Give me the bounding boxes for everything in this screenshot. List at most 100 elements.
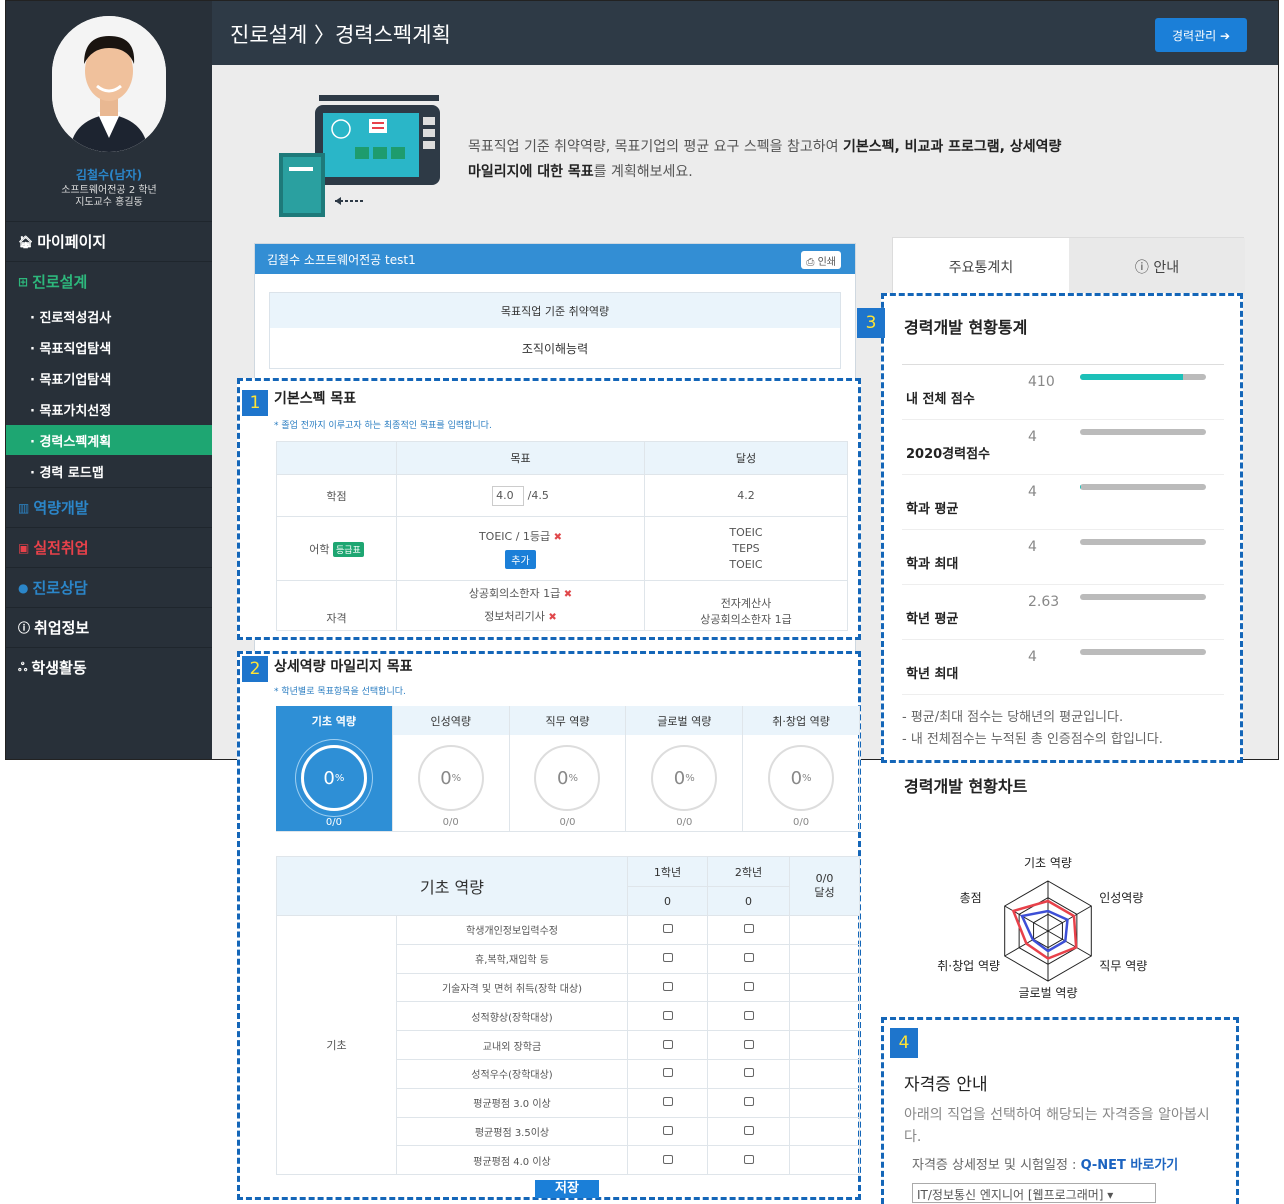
- home-icon: 🏠︎: [18, 234, 34, 249]
- item-name: 기술자격 및 면허 취득(장학 대상): [396, 972, 628, 1003]
- checkbox[interactable]: [662, 1097, 673, 1107]
- submenu-career-spec-plan[interactable]: · 경력스펙계획: [6, 425, 212, 455]
- achieve-cell: [789, 915, 860, 945]
- checkbox[interactable]: [743, 1039, 754, 1049]
- grade-cell: [707, 1116, 790, 1147]
- item-name: 학생개인정보입력수정: [396, 915, 628, 945]
- add-button[interactable]: 추가: [505, 550, 536, 569]
- progress-startup[interactable]: 0% 0/0: [743, 735, 860, 831]
- stat-value: 4: [1028, 649, 1037, 665]
- career-manage-button[interactable]: 경력관리 ➔: [1155, 18, 1247, 52]
- print-button[interactable]: ⎙ 인쇄: [801, 251, 841, 269]
- category-cell: 기초: [276, 914, 397, 1176]
- checkbox[interactable]: [662, 924, 673, 934]
- menu-label: 학생활동: [31, 659, 87, 677]
- item-name: 평균평점 4.0 이상: [396, 1145, 628, 1176]
- basic-spec-section: 1 기본스펙 목표 * 졸업 전까지 이루고자 하는 최종적인 목표를 입력합니…: [237, 378, 861, 640]
- tab-personality[interactable]: 인성역량: [393, 706, 510, 735]
- job-select-value: IT/정보통신 엔지니어 [웹프로그래머]: [917, 1188, 1104, 1202]
- checkbox[interactable]: [743, 1125, 754, 1135]
- cert-achieve-cell: 전자계산사 상공회의소한자 1급: [644, 580, 848, 631]
- menu-activity[interactable]: ஃ 학생활동: [6, 647, 212, 687]
- checkbox[interactable]: [743, 1010, 754, 1020]
- menu-mypage[interactable]: 🏠︎ 마이페이지: [6, 221, 212, 261]
- mileage-table-title: 기초 역량: [276, 856, 628, 916]
- checkbox[interactable]: [662, 1068, 673, 1078]
- tab-info[interactable]: ⓘ 안내: [1069, 238, 1245, 296]
- checkbox[interactable]: [662, 953, 673, 963]
- grade-cell: [707, 1030, 790, 1060]
- menu-label: 실전취업: [33, 539, 89, 557]
- gpa-cell: 4.0 /4.5: [396, 474, 645, 517]
- grade-table-button[interactable]: 등급표: [332, 541, 364, 557]
- progress-basic[interactable]: 0% 0/0: [276, 735, 393, 831]
- tab-global[interactable]: 글로벌 역량: [626, 706, 744, 735]
- progress-global[interactable]: 0% 0/0: [626, 735, 744, 831]
- qnet-prefix: 자격증 상세정보 및 시험일정 :: [912, 1158, 1081, 1173]
- tab-stats[interactable]: 주요통계치: [893, 238, 1069, 296]
- lang-goal: TOEIC / 1등급: [478, 530, 551, 543]
- checkbox[interactable]: [662, 1154, 673, 1164]
- submenu-job-search[interactable]: · 목표직업탐색: [6, 332, 212, 362]
- save-button[interactable]: 저장: [535, 1180, 599, 1198]
- hero-text-1: 목표직업 기준 취약역량, 목표기업의 평균 요구 스펙을 참고하여: [468, 139, 843, 155]
- remove-icon[interactable]: ✖: [554, 532, 562, 543]
- progress-job[interactable]: 0% 0/0: [510, 735, 627, 831]
- hero-text-2: 를 계획해보세요.: [593, 164, 693, 180]
- info-icon: ⓘ: [18, 621, 31, 635]
- checkbox[interactable]: [743, 924, 754, 934]
- checkbox[interactable]: [743, 1154, 754, 1164]
- remove-icon[interactable]: ✖: [564, 589, 572, 600]
- lang-goal-cell: TOEIC / 1등급 ✖ 추가: [396, 516, 645, 581]
- tab-basic[interactable]: 기초 역량: [276, 706, 393, 735]
- checkbox[interactable]: [662, 1010, 673, 1020]
- grade-cell: [627, 1145, 708, 1176]
- menu-career-design[interactable]: ⊞ 진로설계: [6, 261, 212, 301]
- gpa-label: 학점: [276, 474, 397, 517]
- submenu-career-roadmap[interactable]: · 경력 로드맵: [6, 456, 212, 486]
- cert-goal: 정보처리기사: [484, 609, 545, 623]
- hero-bold-2: 마일리지에 대한 목표: [468, 164, 594, 180]
- menu-jobinfo[interactable]: ⓘ 취업정보: [6, 607, 212, 647]
- chart-icon: ▥: [18, 500, 30, 515]
- menu-counsel[interactable]: ● 진로상담: [6, 567, 212, 607]
- cert-achieve: 상공회의소한자 1급: [700, 612, 792, 626]
- progress-frac: 0/0: [325, 817, 342, 828]
- grade-cell: [707, 1058, 790, 1089]
- checkbox[interactable]: [743, 1068, 754, 1078]
- stat-value: 4: [1028, 484, 1037, 500]
- panel-title: 김철수 소프트웨어전공 test1: [267, 252, 416, 267]
- section-title: 자격증 안내: [904, 1075, 988, 1095]
- achieve-cell: [789, 1145, 860, 1176]
- weak-value: 조직이해능력: [521, 341, 589, 356]
- lang-achieve-cell: TOEIC TEPS TOEIC: [644, 516, 848, 581]
- stat-label: 학과 평균: [906, 502, 959, 517]
- submenu-company-search[interactable]: · 목표기업탐색: [6, 363, 212, 393]
- remove-icon[interactable]: ✖: [548, 612, 556, 623]
- checkbox[interactable]: [662, 981, 673, 991]
- checkbox[interactable]: [743, 981, 754, 991]
- print-label: 인쇄: [817, 257, 836, 268]
- tab-job[interactable]: 직무 역량: [510, 706, 627, 735]
- menu-capability[interactable]: ▥ 역량개발: [6, 487, 212, 527]
- checkbox[interactable]: [662, 1125, 673, 1135]
- achieve-cell: [789, 943, 860, 974]
- menu-job[interactable]: ▣ 실전취업: [6, 527, 212, 567]
- submenu-value-select[interactable]: · 목표가치선정: [6, 394, 212, 424]
- job-select[interactable]: IT/정보통신 엔지니어 [웹프로그래머] ▾: [912, 1183, 1156, 1203]
- lang-achieve: TOEIC: [729, 525, 763, 539]
- submenu-aptitude-test[interactable]: · 진로적성검사: [6, 301, 212, 331]
- progress-personality[interactable]: 0% 0/0: [393, 735, 510, 831]
- checkbox[interactable]: [743, 1097, 754, 1107]
- radar-label: 기초 역량: [1024, 856, 1072, 870]
- checkbox[interactable]: [743, 953, 754, 963]
- qnet-link[interactable]: Q-NET 바로가기: [1081, 1158, 1179, 1173]
- checkbox[interactable]: [662, 1039, 673, 1049]
- grade-cell: [627, 1116, 708, 1147]
- stat-value: 410: [1028, 374, 1055, 390]
- radar-chart: 기초 역량인성역량직무 역량글로벌 역량 취·창업 역량 총점: [937, 856, 1147, 1000]
- tab-startup[interactable]: 취·창업 역량: [743, 706, 860, 735]
- item-name: 평균평점 3.0 이상: [396, 1087, 628, 1118]
- stats-note-1: - 평균/최대 점수는 당해년의 평균입니다.: [902, 710, 1124, 725]
- gpa-input[interactable]: 4.0: [492, 485, 525, 506]
